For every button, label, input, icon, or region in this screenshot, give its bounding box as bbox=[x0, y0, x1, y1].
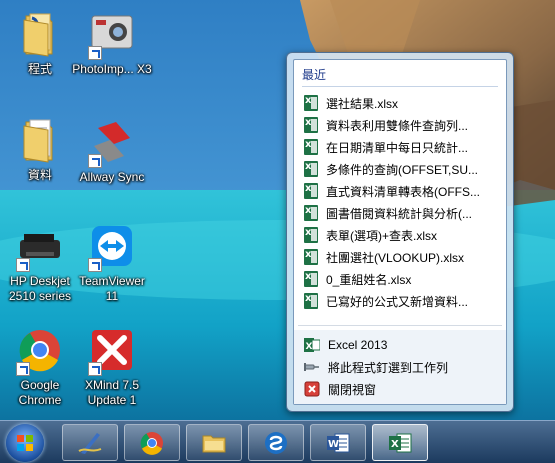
recent-file-item[interactable]: 選社結果.xlsx bbox=[298, 92, 502, 114]
recent-file-item[interactable]: 資料表利用雙條件查詢列... bbox=[298, 114, 502, 136]
pen-app-icon bbox=[78, 433, 102, 454]
pin-icon bbox=[304, 359, 320, 375]
chrome-icon bbox=[140, 432, 163, 455]
open-excel-task[interactable]: X Excel 2013 bbox=[298, 334, 502, 356]
ssh-app-icon bbox=[265, 432, 287, 454]
folder-icon bbox=[16, 10, 64, 58]
excel-file-icon bbox=[304, 205, 318, 221]
taskbar-word[interactable]: W bbox=[310, 424, 366, 461]
taskbar-excel[interactable]: X bbox=[372, 424, 428, 461]
excel-app-icon: X bbox=[304, 337, 321, 353]
teamviewer-icon bbox=[88, 222, 136, 272]
file-explorer-icon bbox=[202, 435, 226, 453]
shortcut-arrow-icon bbox=[88, 46, 102, 60]
desktop-icon-allway-sync[interactable]: Allway Sync bbox=[72, 118, 152, 185]
printer-icon bbox=[16, 222, 64, 272]
recent-file-item[interactable]: 多條件的查詢(OFFSET,SU... bbox=[298, 158, 502, 180]
close-window-task[interactable]: 關閉視窗 bbox=[298, 378, 502, 400]
excel-jump-list: 最近 選社結果.xlsx 資料表利用雙條件查詢列... 在日期清單中每日只統計.… bbox=[286, 52, 514, 412]
jump-list-tasks: X Excel 2013 將此程式釘選到工作列 關閉視窗 bbox=[294, 330, 506, 404]
recent-file-item[interactable]: 表單(選項)+查表.xlsx bbox=[298, 224, 502, 246]
desktop-icon-xmind[interactable]: XMind 7.5 Update 1 bbox=[72, 326, 152, 408]
excel-icon: X bbox=[389, 433, 412, 453]
recent-file-item[interactable]: 社團選社(VLOOKUP).xlsx bbox=[298, 246, 502, 268]
chrome-icon bbox=[16, 326, 64, 376]
taskbar-ssh-app[interactable] bbox=[248, 424, 304, 461]
svg-text:X: X bbox=[391, 439, 399, 450]
desktop-icon-teamviewer[interactable]: TeamViewer 11 bbox=[72, 222, 152, 304]
desktop-icon-data[interactable]: 資料 bbox=[0, 116, 80, 183]
word-icon: W bbox=[327, 433, 350, 453]
taskbar-file-explorer[interactable] bbox=[186, 424, 242, 461]
desktop-icon-chrome[interactable]: Google Chrome bbox=[0, 326, 80, 408]
svg-text:W: W bbox=[328, 439, 339, 450]
excel-file-icon bbox=[304, 95, 318, 111]
taskbar-pen-app[interactable] bbox=[62, 424, 118, 461]
shortcut-arrow-icon bbox=[88, 154, 102, 168]
jump-list-panel: 最近 選社結果.xlsx 資料表利用雙條件查詢列... 在日期清單中每日只統計.… bbox=[293, 59, 507, 405]
shortcut-arrow-icon bbox=[88, 362, 102, 376]
allway-sync-icon bbox=[88, 118, 136, 168]
taskbar: W X bbox=[0, 420, 555, 463]
shortcut-arrow-icon bbox=[88, 258, 102, 272]
excel-file-icon bbox=[304, 271, 318, 287]
recent-file-item[interactable]: 0_重組姓名.xlsx bbox=[298, 268, 502, 290]
shortcut-arrow-icon bbox=[16, 362, 30, 376]
excel-file-icon bbox=[304, 139, 318, 155]
windows-logo-icon bbox=[17, 435, 33, 451]
recent-file-item[interactable]: 已寫好的公式又新增資料... bbox=[298, 290, 502, 312]
close-icon bbox=[304, 381, 320, 397]
shortcut-arrow-icon bbox=[16, 258, 30, 272]
pin-to-taskbar-task[interactable]: 將此程式釘選到工作列 bbox=[298, 356, 502, 378]
xmind-icon bbox=[88, 326, 136, 376]
recent-file-item[interactable]: 圖書借閱資料統計與分析(... bbox=[298, 202, 502, 224]
photoimpact-icon bbox=[88, 10, 136, 60]
taskbar-chrome[interactable] bbox=[124, 424, 180, 461]
excel-file-icon bbox=[304, 227, 318, 243]
excel-file-icon bbox=[304, 161, 318, 177]
recent-heading: 最近 bbox=[302, 66, 498, 87]
recent-file-item[interactable]: 在日期清單中每日只統計... bbox=[298, 136, 502, 158]
desktop-icon-programs[interactable]: 程式 bbox=[0, 10, 80, 77]
recent-file-item[interactable]: 直式資料清單轉表格(OFFS... bbox=[298, 180, 502, 202]
folder-icon bbox=[16, 116, 64, 164]
start-button[interactable] bbox=[6, 424, 44, 462]
svg-text:X: X bbox=[306, 342, 313, 352]
excel-file-icon bbox=[304, 293, 318, 309]
jump-list-divider bbox=[298, 325, 502, 326]
desktop-icon-printer[interactable]: HP Deskjet 2510 series bbox=[0, 222, 80, 304]
desktop-icon-photoimpact[interactable]: PhotoImp... X3 bbox=[72, 10, 152, 77]
excel-file-icon bbox=[304, 117, 318, 133]
excel-file-icon bbox=[304, 249, 318, 265]
excel-file-icon bbox=[304, 183, 318, 199]
